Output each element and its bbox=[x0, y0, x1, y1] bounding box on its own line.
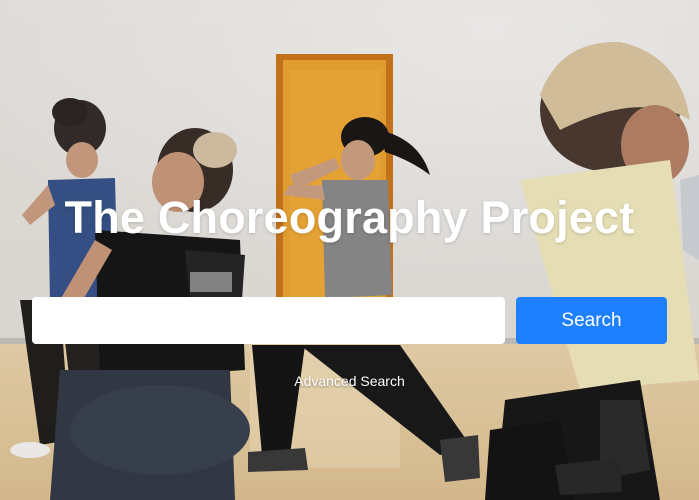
page-title: The Choreography Project bbox=[64, 192, 635, 243]
advanced-search-container: Advanced Search bbox=[0, 373, 699, 389]
advanced-search-link[interactable]: Advanced Search bbox=[294, 373, 405, 389]
hero-section: The Choreography Project Search Advanced… bbox=[0, 0, 699, 500]
search-button[interactable]: Search bbox=[516, 297, 667, 344]
search-input[interactable] bbox=[32, 297, 505, 344]
background-overlay bbox=[0, 0, 699, 500]
